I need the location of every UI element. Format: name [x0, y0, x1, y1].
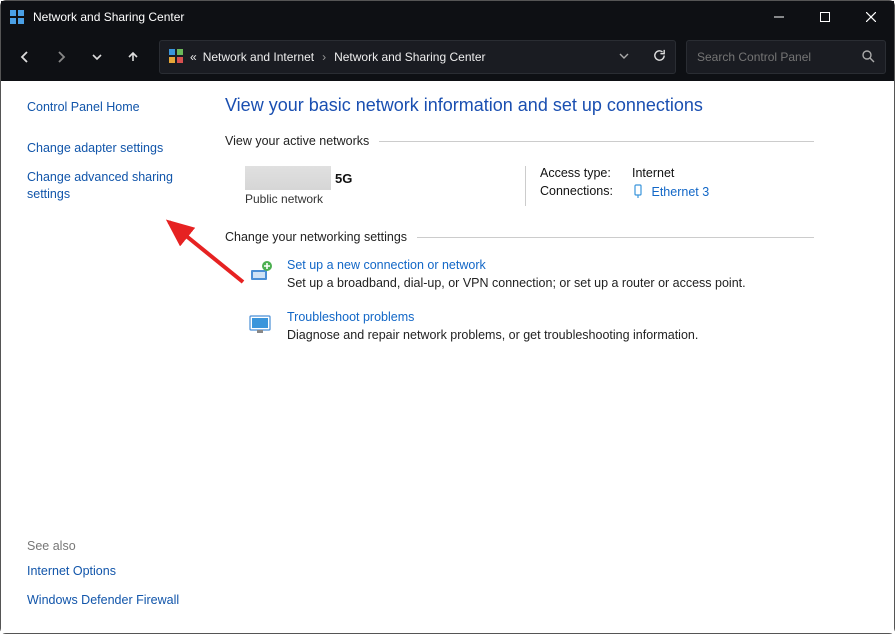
active-network-block: 5G Public network Access type: Internet …	[225, 156, 814, 230]
ethernet-icon	[632, 184, 644, 198]
breadcrumb-prefix: «	[190, 50, 197, 64]
window-title: Network and Sharing Center	[33, 10, 184, 24]
section-active-networks-label: View your active networks	[225, 134, 369, 148]
network-name-redacted	[245, 166, 331, 190]
breadcrumb-sep-icon: ›	[322, 50, 326, 64]
minimize-button[interactable]	[756, 1, 802, 33]
search-box[interactable]	[686, 40, 886, 74]
see-also-internet-options[interactable]: Internet Options	[27, 563, 201, 580]
breadcrumb-current[interactable]: Network and Sharing Center	[334, 50, 485, 64]
troubleshoot-desc: Diagnose and repair network problems, or…	[287, 328, 698, 342]
sidebar-change-adapter-settings[interactable]: Change adapter settings	[27, 140, 201, 157]
network-type: Public network	[245, 192, 525, 206]
network-name-suffix: 5G	[335, 171, 352, 186]
search-icon[interactable]	[861, 49, 875, 66]
control-panel-icon	[168, 48, 184, 67]
breadcrumb-parent[interactable]: Network and Internet	[203, 50, 314, 64]
connection-link[interactable]: Ethernet 3	[651, 185, 709, 199]
access-type-label: Access type:	[540, 166, 632, 180]
up-button[interactable]	[117, 41, 149, 73]
sidebar-change-advanced-sharing[interactable]: Change advanced sharing settings	[27, 169, 187, 203]
setup-connection-desc: Set up a broadband, dial-up, or VPN conn…	[287, 276, 746, 290]
sidebar-control-panel-home[interactable]: Control Panel Home	[27, 99, 201, 116]
close-button[interactable]	[848, 1, 894, 33]
navbar: « Network and Internet › Network and Sha…	[1, 33, 894, 81]
setup-connection-icon	[247, 258, 275, 286]
access-type-value: Internet	[632, 166, 674, 180]
app-icon	[9, 9, 25, 25]
refresh-button[interactable]	[652, 48, 667, 66]
section-active-networks: View your active networks	[225, 134, 814, 148]
back-button[interactable]	[9, 41, 41, 73]
see-also-label: See also	[27, 539, 201, 553]
window-controls	[756, 1, 894, 33]
setup-connection-row: Set up a new connection or network Set u…	[225, 252, 814, 294]
main-panel: View your basic network information and …	[211, 81, 894, 633]
recent-dropdown[interactable]	[81, 41, 113, 73]
page-title: View your basic network information and …	[225, 95, 814, 116]
connections-label: Connections:	[540, 184, 632, 199]
troubleshoot-row: Troubleshoot problems Diagnose and repai…	[225, 304, 814, 346]
maximize-button[interactable]	[802, 1, 848, 33]
titlebar: Network and Sharing Center	[1, 1, 894, 33]
search-input[interactable]	[697, 50, 855, 64]
address-bar[interactable]: « Network and Internet › Network and Sha…	[159, 40, 676, 74]
address-dropdown-icon[interactable]	[618, 50, 630, 65]
section-change-settings: Change your networking settings	[225, 230, 814, 244]
troubleshoot-link[interactable]: Troubleshoot problems	[287, 310, 698, 324]
forward-button[interactable]	[45, 41, 77, 73]
section-change-settings-label: Change your networking settings	[225, 230, 407, 244]
sidebar: Control Panel Home Change adapter settin…	[1, 81, 211, 633]
troubleshoot-icon	[247, 310, 275, 338]
setup-connection-link[interactable]: Set up a new connection or network	[287, 258, 746, 272]
see-also-firewall[interactable]: Windows Defender Firewall	[27, 592, 201, 609]
